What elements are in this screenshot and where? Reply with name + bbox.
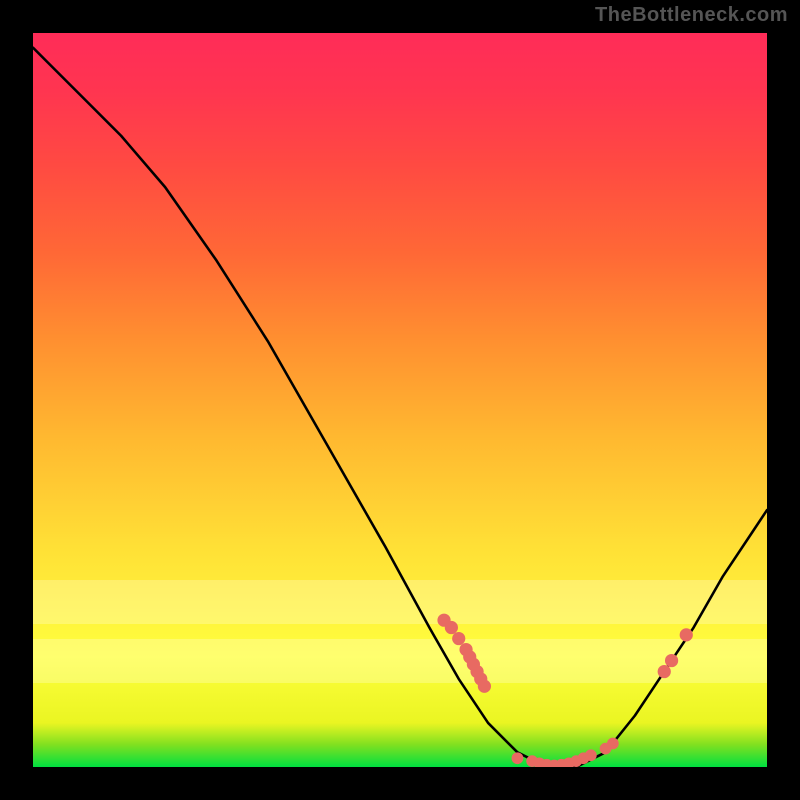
plot-area: [33, 33, 767, 767]
data-marker: [665, 654, 678, 667]
watermark-text: TheBottleneck.com: [595, 4, 788, 27]
data-marker: [478, 680, 491, 693]
data-marker: [445, 621, 458, 634]
data-marker: [680, 628, 693, 641]
curve-svg: [33, 33, 767, 767]
data-marker: [658, 665, 671, 678]
chart-frame: TheBottleneck.com: [0, 0, 800, 800]
data-marker: [512, 752, 524, 764]
bottleneck-curve-path: [33, 48, 767, 767]
data-marker: [607, 738, 619, 750]
data-markers: [437, 614, 692, 767]
data-marker: [452, 632, 465, 645]
data-marker: [585, 749, 597, 761]
